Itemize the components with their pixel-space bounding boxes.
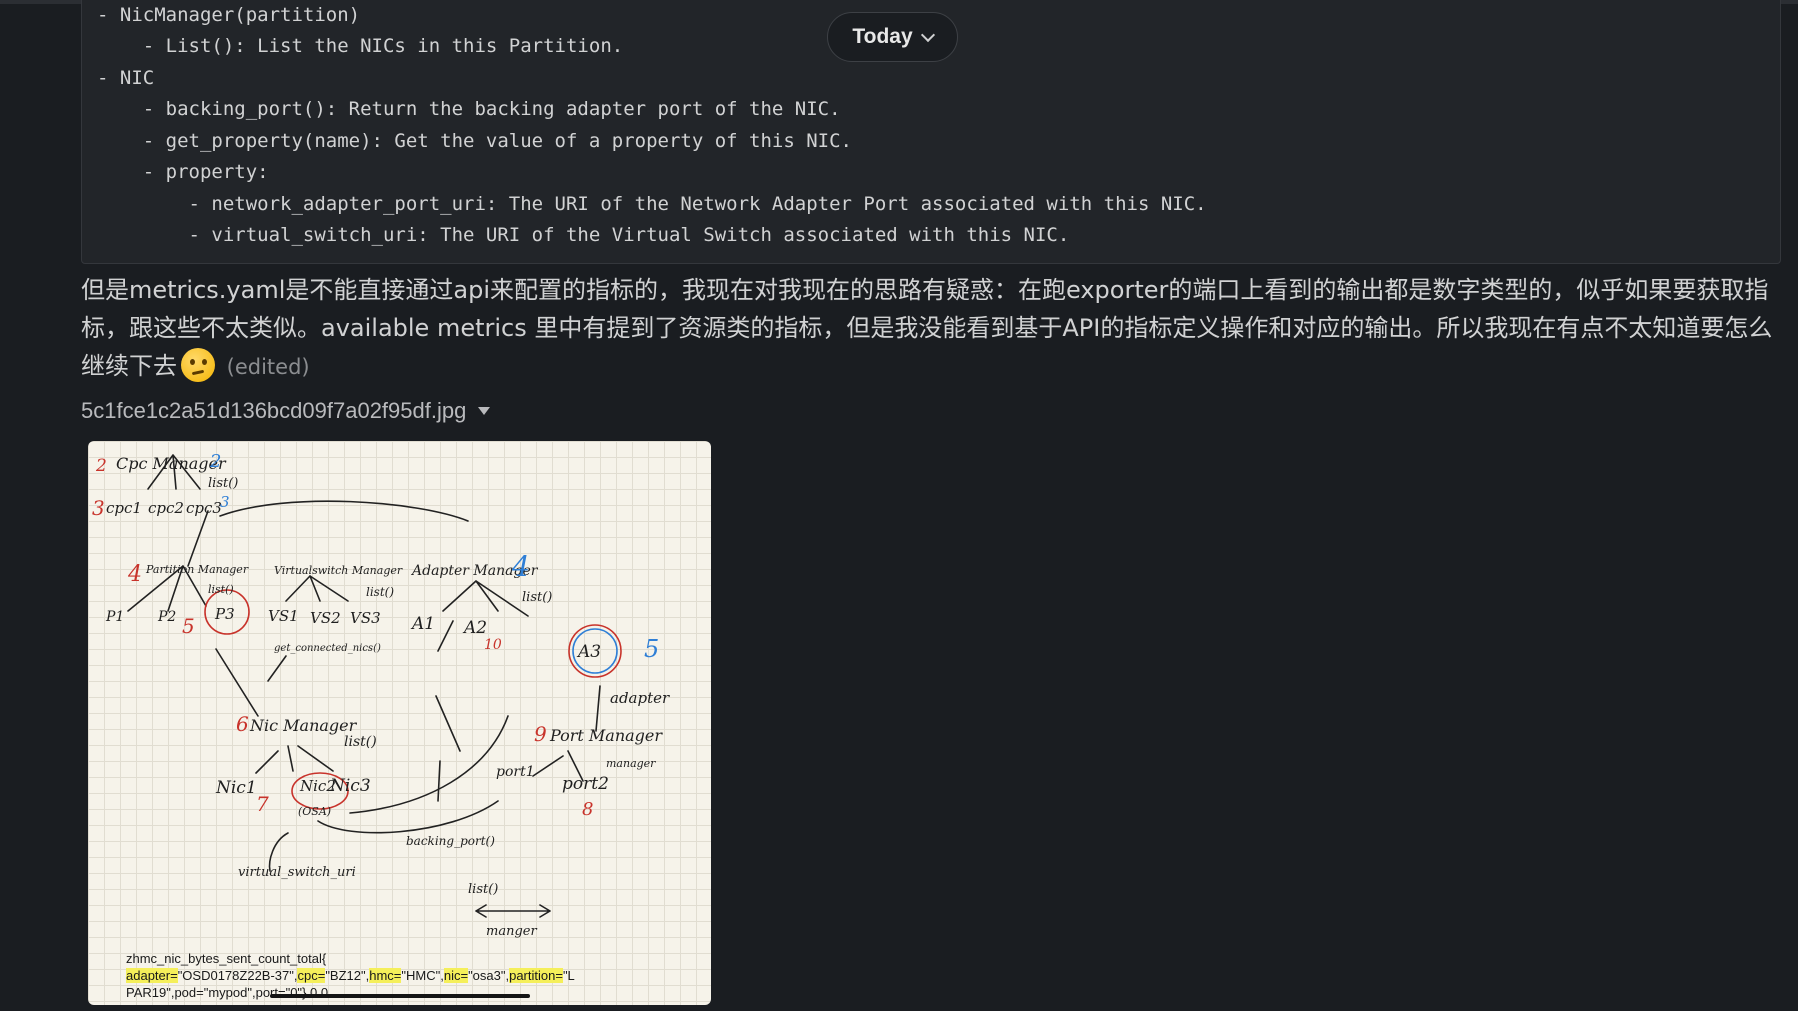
sketch-label: Virtualswitch Manager [274,564,403,577]
sketch-label: cpc2 [148,499,184,517]
sketch-label: Nic3 [329,776,371,796]
sketch-label: adapter [610,689,670,707]
sketch-label: manger [486,924,537,939]
code-line: - get_property(name): Get the value of a… [97,130,852,152]
code-line: - NicManager(partition) [97,4,361,26]
sketch-label: port2 [562,774,609,794]
handwritten-diagram: 2 Cpc Manager 2 list() 3 cpc1 cpc2 cpc3 … [92,451,670,939]
number-label: 8 [582,799,593,820]
message-text: 但是metrics.yaml是不能直接通过api来配置的指标的，我现在对我现在的… [81,276,1773,380]
number-label: 3 [92,496,105,520]
sketch-label: port1 [496,764,535,780]
chevron-down-icon [920,27,935,42]
number-label: 5 [182,614,195,638]
sketch-label: VS3 [350,609,381,627]
sketch-label: list() [468,882,498,897]
message-body: 但是metrics.yaml是不能直接通过api来配置的指标的，我现在对我现在的… [81,271,1781,386]
number-label: 5 [644,635,659,663]
sketch-label: list() [522,590,552,605]
edited-label: (edited) [226,355,310,379]
sketch-label: list() [366,585,394,599]
attachment-filename-label: 5c1fce1c2a51d136bcd09f7a02f95df.jpg [81,398,467,423]
sketch-label: backing_port() [406,834,495,848]
code-line: - backing_port(): Return the backing ada… [97,98,841,120]
attachment-filename[interactable]: 5c1fce1c2a51d136bcd09f7a02f95df.jpg [81,398,491,424]
sketch-label: Partition Manager [145,563,249,576]
code-line: - NIC [97,67,155,89]
sketch-label: get_connected_nics() [274,643,381,654]
image-scrollbar[interactable] [270,994,530,998]
number-label: 4 [127,562,142,587]
sketch-label: cpc3 [186,499,222,517]
number-label: 9 [534,722,547,746]
sketch-label: A1 [410,614,435,634]
metric-line: zhmc_nic_bytes_sent_count_total{ [126,951,327,966]
sketch-label: Port Manager [549,726,663,745]
number-label: 3 [220,493,230,511]
sketch-label: list() [344,734,377,750]
number-label: 7 [256,792,269,816]
sketch-label: A2 [462,618,487,638]
sketch-label: virtual_switch_uri [238,865,356,880]
sketch-label: A3 [576,642,601,662]
sketch-label: P1 [105,609,124,625]
code-line: - List(): List the NICs in this Partitio… [97,35,624,57]
sketch-label: VS1 [268,607,299,625]
code-line: - property: [97,161,269,183]
sketch-label: P3 [214,605,235,623]
sketch-label: cpc1 [106,499,142,517]
date-divider-label: Today [852,25,913,48]
sketch-label: Nic Manager [249,716,358,735]
attachment-image[interactable]: 2 Cpc Manager 2 list() 3 cpc1 cpc2 cpc3 … [88,441,711,1005]
sketch-label: Nic1 [215,778,257,798]
number-label: 2 [95,456,107,476]
sketch-label: P2 [157,609,176,625]
sketch-label: manager [606,757,656,770]
sketch-label: (OSA) [298,805,331,818]
number-label: 10 [484,637,502,653]
number-label: 2 [209,451,221,472]
sketch-label: list() [208,476,238,491]
metric-line: adapter="OSD0178Z22B-37",cpc="BZ12",hmc=… [126,968,575,983]
code-line: - network_adapter_port_uri: The URI of t… [97,193,1207,215]
sketch-label: list() [208,583,234,596]
code-line: - virtual_switch_uri: The URI of the Vir… [97,224,1070,246]
sketch-label: VS2 [310,609,341,627]
number-label: 4 [511,550,530,583]
number-label: 6 [236,712,249,736]
metric-line: PAR19",pod="mypod",port="0"} 0.0 [126,985,329,1000]
date-divider-button[interactable]: Today [827,12,958,62]
thinking-face-icon [181,348,215,382]
caret-down-icon[interactable] [478,407,491,415]
